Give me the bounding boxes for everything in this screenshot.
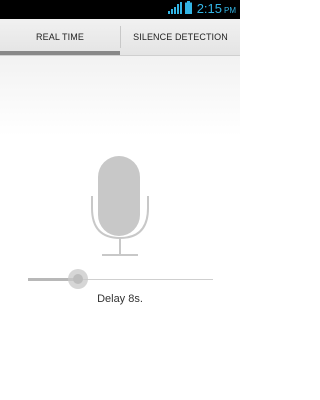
slider-thumb[interactable] — [68, 269, 88, 289]
slider-thumb-core — [73, 274, 83, 284]
battery-icon — [184, 0, 192, 19]
tab-selected-indicator — [0, 51, 120, 55]
delay-label: Delay 8s. — [97, 293, 143, 305]
tab-bar: REAL TIME SILENCE DETECTION — [0, 19, 240, 56]
clock-ampm: PM — [224, 6, 236, 15]
clock-time: 2:15 — [196, 1, 222, 16]
status-bar: 2:15 PM — [0, 0, 240, 19]
delay-slider[interactable] — [28, 267, 213, 291]
tab-real-time[interactable]: REAL TIME — [0, 19, 120, 55]
microphone-icon[interactable] — [88, 154, 152, 265]
signal-icon — [167, 1, 182, 19]
status-icons: 2:15 PM — [167, 0, 236, 20]
status-clock: 2:15 PM — [197, 0, 236, 20]
tab-silence-detection[interactable]: SILENCE DETECTION — [121, 19, 240, 55]
tab-silence-detection-label: SILENCE DETECTION — [133, 32, 228, 42]
tab-real-time-label: REAL TIME — [36, 32, 84, 42]
